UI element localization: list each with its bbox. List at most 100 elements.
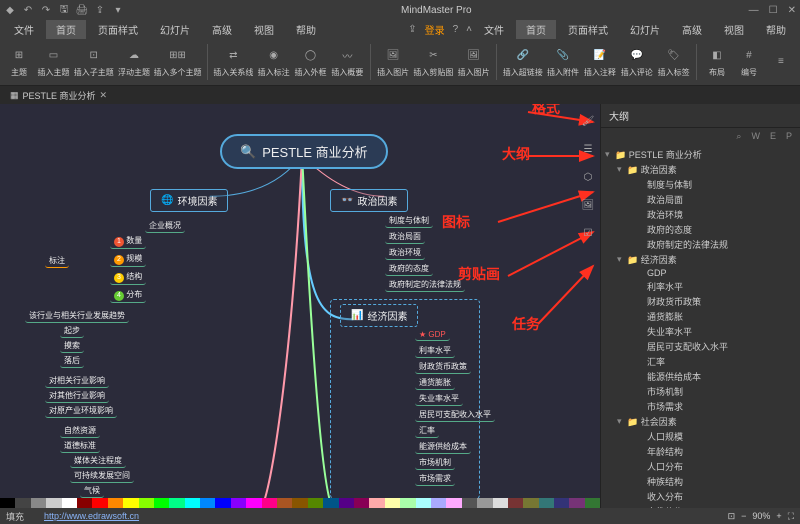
menu-1[interactable]: 首页 bbox=[516, 20, 556, 39]
outline-tree[interactable]: ▾📁 PESTLE 商业分析▾📁 政治因素制度与体制政治局面政治环境政府的态度政… bbox=[601, 145, 800, 508]
color-swatch[interactable] bbox=[169, 498, 184, 508]
menu-6[interactable]: 帮助 bbox=[756, 20, 796, 39]
color-swatch[interactable] bbox=[139, 498, 154, 508]
leaf-node[interactable]: 居民可支配收入水平 bbox=[415, 408, 495, 422]
close-icon[interactable]: ✕ bbox=[788, 5, 796, 16]
tree-node[interactable]: 财政货币政策 bbox=[601, 294, 800, 309]
tree-node[interactable]: 能源供给成本 bbox=[601, 369, 800, 384]
ribbon-button[interactable]: ≡ bbox=[766, 49, 796, 74]
leaf-node[interactable]: 失业率水平 bbox=[415, 392, 463, 406]
zoom-out-icon[interactable]: − bbox=[741, 511, 746, 521]
tree-node[interactable]: 通货膨胀 bbox=[601, 309, 800, 324]
tree-node[interactable]: ▾📁 经济因素 bbox=[601, 252, 800, 267]
outline-tool-icon[interactable]: ☰ bbox=[579, 140, 597, 158]
icon-tool-icon[interactable]: ⬡ bbox=[579, 168, 597, 186]
leaf-node[interactable]: 对其他行业影响 bbox=[45, 389, 109, 403]
tab-close-icon[interactable]: ✕ bbox=[100, 90, 108, 101]
ribbon-button[interactable]: #编号 bbox=[734, 44, 764, 80]
leaf-node[interactable]: 市场机制 bbox=[415, 456, 455, 470]
color-swatch[interactable] bbox=[231, 498, 246, 508]
leaf-node[interactable]: 3 结构 bbox=[110, 270, 146, 285]
color-swatch[interactable] bbox=[77, 498, 92, 508]
color-swatch[interactable] bbox=[339, 498, 354, 508]
leaf-node[interactable]: 标注 bbox=[45, 254, 69, 268]
tree-node[interactable]: 人口分布 bbox=[601, 459, 800, 474]
ribbon-button[interactable]: ✂插入剪贴图 bbox=[413, 44, 455, 80]
color-swatch[interactable] bbox=[431, 498, 446, 508]
leaf-node[interactable]: 利率水平 bbox=[415, 344, 455, 358]
color-swatch[interactable] bbox=[215, 498, 230, 508]
menu-item[interactable]: 高级 bbox=[202, 20, 242, 39]
menu-item[interactable]: 帮助 bbox=[286, 20, 326, 39]
color-swatch[interactable] bbox=[308, 498, 323, 508]
leaf-node[interactable]: 汇率 bbox=[415, 424, 439, 438]
color-swatch[interactable] bbox=[246, 498, 261, 508]
share-icon[interactable]: ⇪ bbox=[408, 24, 416, 35]
color-swatch[interactable] bbox=[493, 498, 508, 508]
zoom-in-icon[interactable]: + bbox=[776, 511, 781, 521]
zoom-fit-icon[interactable]: ⊡ bbox=[728, 511, 736, 522]
color-swatch[interactable] bbox=[262, 498, 277, 508]
color-swatch[interactable] bbox=[0, 498, 15, 508]
tree-node[interactable]: 失业率水平 bbox=[601, 324, 800, 339]
leaf-node[interactable]: 落后 bbox=[60, 354, 84, 368]
color-swatch[interactable] bbox=[585, 498, 600, 508]
mindmap-canvas[interactable]: 🔍 PESTLE 商业分析 🌐 环境因素 企业概况 标注 👓 政治因素 📊 经济… bbox=[0, 104, 600, 508]
leaf-node[interactable]: ★ GDP bbox=[415, 329, 450, 341]
color-swatch[interactable] bbox=[523, 498, 538, 508]
ribbon-button[interactable]: 📝插入注释 bbox=[582, 44, 617, 80]
ribbon-button[interactable]: 〰插入概要 bbox=[330, 44, 365, 80]
ribbon-button[interactable]: ◉插入标注 bbox=[256, 44, 291, 80]
tree-node[interactable]: 汇率 bbox=[601, 354, 800, 369]
color-swatch[interactable] bbox=[46, 498, 61, 508]
leaf-node[interactable]: 能源供给成本 bbox=[415, 440, 471, 454]
color-swatch[interactable] bbox=[277, 498, 292, 508]
ribbon-button[interactable]: 🖼插入图片 bbox=[376, 44, 411, 80]
ribbon-button[interactable]: ▭插入主题 bbox=[36, 44, 71, 80]
tree-node[interactable]: 政府制定的法律法规 bbox=[601, 237, 800, 252]
leaf-node[interactable]: 气候 bbox=[80, 484, 104, 498]
ribbon-button[interactable]: ⊞⊞插入多个主题 bbox=[153, 44, 201, 80]
leaf-node[interactable]: 2 规模 bbox=[110, 252, 146, 267]
leaf-node[interactable]: 通货膨胀 bbox=[415, 376, 455, 390]
ribbon-button[interactable]: 🏷插入标签 bbox=[656, 44, 691, 80]
qat-dropdown-icon[interactable]: ▾ bbox=[112, 4, 124, 16]
ribbon-button[interactable]: ◧布局 bbox=[702, 44, 732, 80]
color-swatch[interactable] bbox=[508, 498, 523, 508]
menu-3[interactable]: 幻灯片 bbox=[620, 20, 670, 39]
tree-node[interactable]: 政治环境 bbox=[601, 207, 800, 222]
status-url[interactable]: http://www.edrawsoft.cn bbox=[44, 511, 139, 521]
help-icon[interactable]: ? bbox=[453, 24, 459, 35]
leaf-node[interactable]: 1 数量 bbox=[110, 234, 146, 249]
task-tool-icon[interactable]: ☑ bbox=[579, 224, 597, 242]
leaf-node[interactable]: 道德标准 bbox=[60, 439, 100, 453]
ribbon-button[interactable]: ⊡插入子主题 bbox=[73, 44, 115, 80]
color-swatch[interactable] bbox=[446, 498, 461, 508]
ribbon-button[interactable]: 🖼插入图片 bbox=[456, 44, 491, 80]
color-swatch[interactable] bbox=[154, 498, 169, 508]
tree-node[interactable]: 制度与体制 bbox=[601, 177, 800, 192]
leaf-node[interactable]: 摸索 bbox=[60, 339, 84, 353]
collapse-ribbon-icon[interactable]: ˄ bbox=[466, 24, 472, 35]
color-swatch[interactable] bbox=[369, 498, 384, 508]
ribbon-button[interactable]: ☁浮动主题 bbox=[117, 44, 152, 80]
undo-icon[interactable]: ↶ bbox=[22, 4, 34, 16]
branch-econ[interactable]: 📊 经济因素 bbox=[340, 304, 418, 327]
color-swatch[interactable] bbox=[462, 498, 477, 508]
clipart-tool-icon[interactable]: 🖼 bbox=[579, 196, 597, 214]
menu-item[interactable]: 首页 bbox=[46, 20, 86, 39]
leaf-node[interactable]: 对相关行业影响 bbox=[45, 374, 109, 388]
zoom-full-icon[interactable]: ⛶ bbox=[788, 511, 794, 522]
leaf-node[interactable]: 起步 bbox=[60, 324, 84, 338]
tree-node[interactable]: 收入分布 bbox=[601, 489, 800, 504]
tree-node[interactable]: ▾📁 政治因素 bbox=[601, 162, 800, 177]
leaf-node[interactable]: 对原产业环境影响 bbox=[45, 404, 117, 418]
tree-node[interactable]: 政治局面 bbox=[601, 192, 800, 207]
menu-item[interactable]: 视图 bbox=[244, 20, 284, 39]
panel-tool-e[interactable]: E bbox=[770, 131, 776, 142]
leaf-node[interactable]: 可持续发展空间 bbox=[70, 469, 134, 483]
ribbon-button[interactable]: 📎插入附件 bbox=[546, 44, 581, 80]
menu-2[interactable]: 页面样式 bbox=[558, 20, 618, 39]
tree-node[interactable]: 市场机制 bbox=[601, 384, 800, 399]
ribbon-button[interactable]: ◯插入外框 bbox=[293, 44, 328, 80]
